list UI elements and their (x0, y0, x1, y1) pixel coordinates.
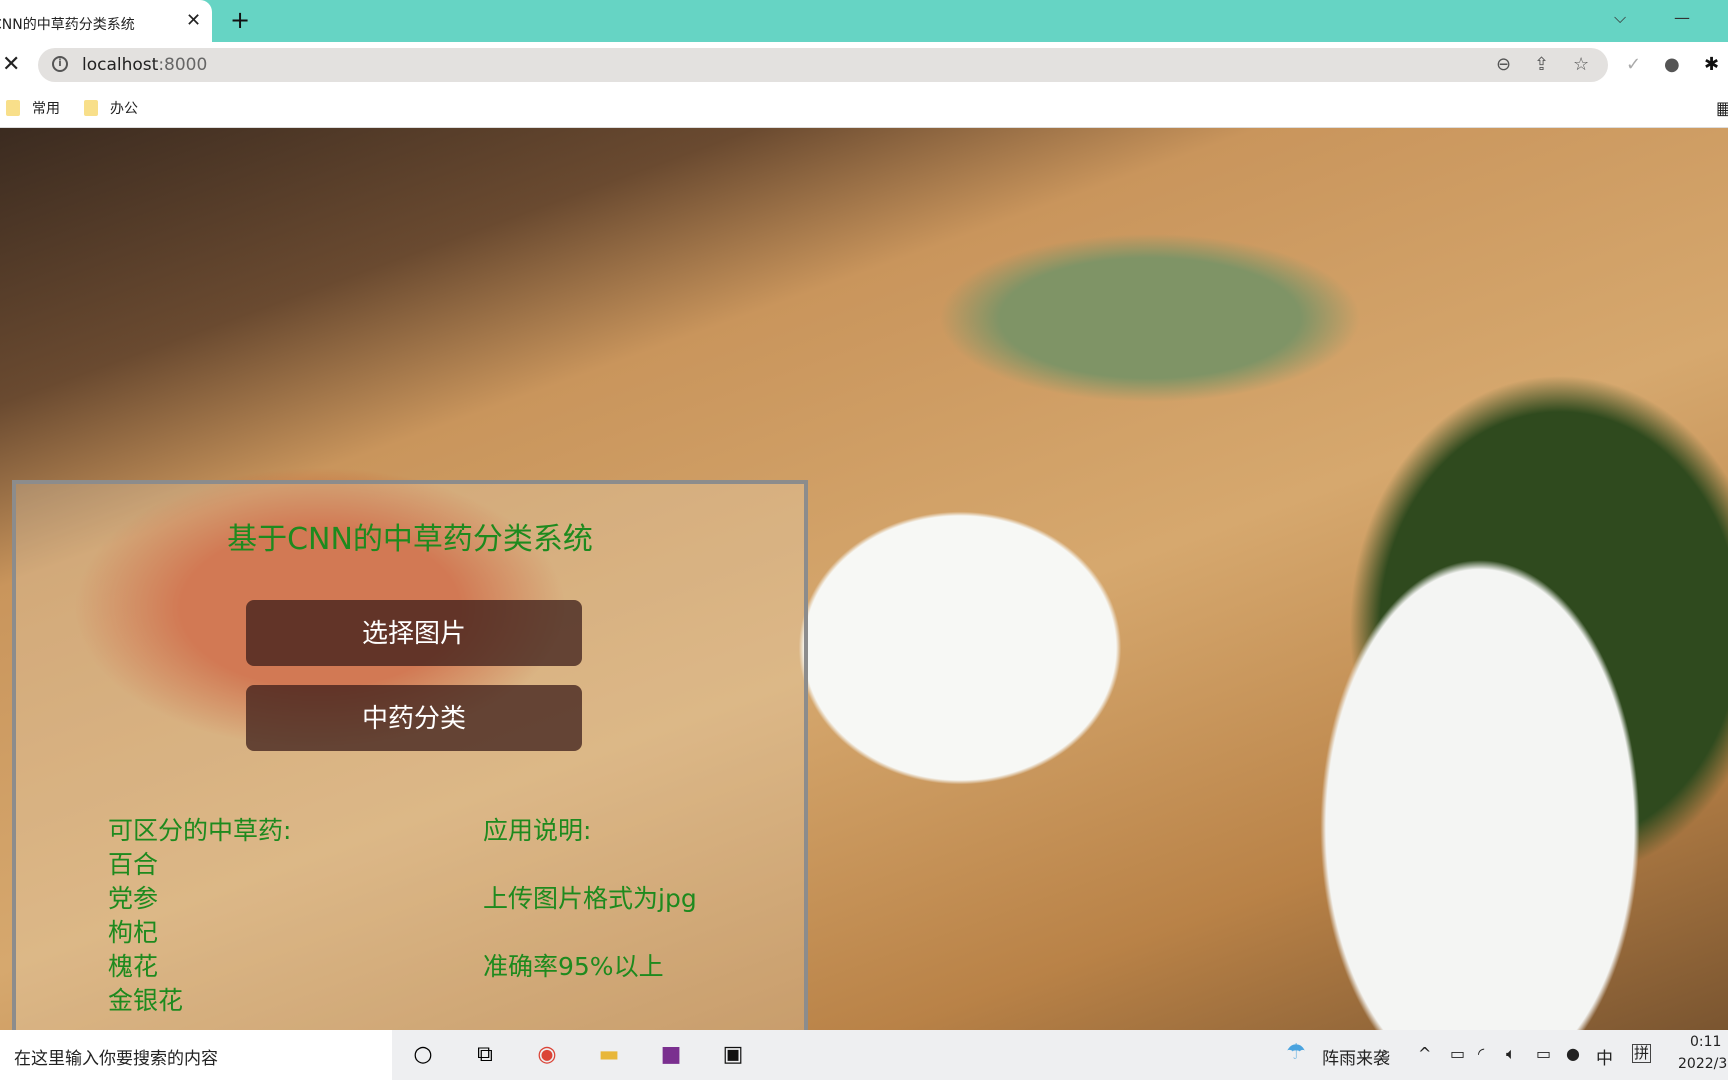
zoom-out-icon[interactable]: ⊖ (1496, 54, 1511, 75)
check-icon[interactable]: ✓ (1626, 54, 1641, 75)
cortana-icon[interactable]: ○ (408, 1040, 438, 1070)
battery-icon[interactable]: ▭ (1536, 1044, 1551, 1063)
stop-loading-icon[interactable]: ✕ (2, 52, 20, 77)
folder-icon (6, 100, 20, 116)
clock-time[interactable]: 0:11 (1690, 1034, 1721, 1050)
usage-item: 准确率95%以上 (483, 952, 664, 981)
clock-date[interactable]: 2022/3 (1678, 1056, 1727, 1072)
new-tab-icon[interactable]: + (230, 6, 250, 34)
share-icon[interactable]: ⇪ (1534, 54, 1549, 75)
herb-item: 百合 (108, 850, 159, 879)
terminal-icon[interactable]: ▣ (718, 1040, 748, 1070)
browser-tab[interactable]: CNN的中草药分类系统 ✕ (0, 0, 212, 42)
bookmark-label: 常用 (32, 101, 60, 117)
task-view-icon[interactable]: ⧉ (470, 1040, 500, 1070)
chevron-down-icon[interactable]: ⌵ (1614, 8, 1626, 28)
folder-icon (84, 100, 98, 116)
page-title: 基于CNN的中草药分类系统 (227, 522, 593, 557)
chevron-up-icon[interactable]: ^ (1418, 1044, 1431, 1063)
bookmark-label: 办公 (110, 101, 138, 117)
classifier-panel: 基于CNN的中草药分类系统 选择图片 中药分类 可区分的中草药: 百合 党参 枸… (12, 480, 808, 1030)
url-host: localhost (82, 55, 159, 75)
tab-title: CNN的中草药分类系统 (0, 17, 135, 33)
ime-language[interactable]: 中 (1596, 1044, 1613, 1069)
url-text[interactable]: localhost:8000 (82, 55, 207, 75)
taskbar-search-input[interactable]: 在这里输入你要搜索的内容 (0, 1030, 392, 1080)
herbs-list: 可区分的中草药: 百合 党参 枸杞 槐花 金银花 (108, 814, 291, 1018)
usage-heading: 应用说明: (483, 816, 592, 845)
classify-button[interactable]: 中药分类 (246, 685, 582, 751)
herb-item: 槐花 (108, 952, 159, 981)
herb-item: 党参 (108, 884, 159, 913)
puzzle-extensions-icon[interactable]: ✱ (1704, 54, 1719, 75)
bookmark-folder[interactable]: 办公 (84, 98, 138, 118)
bookmarks-bar: 常用 办公 ▦ (0, 90, 1728, 128)
minimize-icon[interactable]: — (1674, 8, 1690, 27)
taskbar: 在这里输入你要搜索的内容 ○ ⧉ ◉ ▬ ■ ▣ ☂ 阵雨来袭 ^ ▭ ◜ 🔈︎… (0, 1030, 1728, 1080)
address-bar[interactable]: i localhost:8000 ⊖ ⇪ ☆ (38, 48, 1608, 82)
usage-item: 上传图片格式为jpg (483, 884, 697, 913)
herb-item: 枸杞 (108, 918, 159, 947)
file-explorer-icon[interactable]: ▬ (594, 1040, 624, 1070)
qq-icon[interactable]: ● (1566, 1044, 1580, 1063)
star-icon[interactable]: ☆ (1573, 54, 1589, 75)
wifi-icon[interactable]: ◜ (1478, 1044, 1484, 1063)
browser-toolbar: ✕ i localhost:8000 ⊖ ⇪ ☆ ✓ ● ✱ (0, 42, 1728, 90)
chrome-icon[interactable]: ◉ (532, 1040, 562, 1070)
close-tab-icon[interactable]: ✕ (186, 10, 201, 31)
camera-icon[interactable]: ▭ (1450, 1044, 1465, 1063)
url-port: :8000 (158, 55, 208, 75)
info-icon[interactable]: i (52, 56, 68, 72)
app-icon[interactable]: ■ (656, 1040, 686, 1070)
weather-text[interactable]: 阵雨来袭 (1322, 1044, 1390, 1069)
herbs-heading: 可区分的中草药: (108, 816, 292, 845)
usage-notes: 应用说明: 上传图片格式为jpg 准确率95%以上 (483, 814, 697, 984)
bookmark-folder[interactable]: 常用 (6, 98, 60, 118)
tab-bar: CNN的中草药分类系统 ✕ + ⌵ — (0, 0, 1728, 42)
volume-icon[interactable]: 🔈︎ (1506, 1044, 1516, 1064)
reading-list-icon[interactable]: ▦ (1716, 98, 1728, 119)
extension-balls-icon[interactable]: ● (1664, 54, 1680, 75)
page-background: 基于CNN的中草药分类系统 选择图片 中药分类 可区分的中草药: 百合 党参 枸… (0, 128, 1728, 1030)
herb-item: 金银花 (108, 986, 184, 1015)
ime-mode[interactable]: 拼 (1632, 1044, 1652, 1063)
umbrella-weather-icon[interactable]: ☂ (1286, 1040, 1306, 1065)
select-image-button[interactable]: 选择图片 (246, 600, 582, 666)
